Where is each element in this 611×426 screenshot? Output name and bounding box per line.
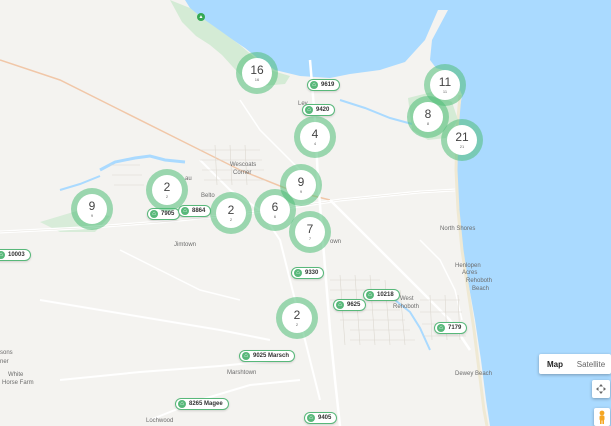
street-view-pegman-button[interactable] — [594, 408, 610, 426]
place-label: North Shores — [440, 226, 476, 232]
home-icon: ⌂ — [366, 291, 374, 299]
home-icon: ⌂ — [307, 414, 315, 422]
listing-cluster[interactable]: 22 — [146, 169, 188, 211]
property-marker[interactable]: ⌂ 8864 — [178, 205, 212, 217]
home-icon: ⌂ — [242, 352, 250, 360]
property-marker[interactable]: ⌂ 9330 — [291, 267, 325, 279]
listing-cluster[interactable]: 99 — [71, 188, 113, 230]
home-icon: ⌂ — [0, 251, 5, 259]
place-label: Dewey Beach — [455, 371, 493, 377]
map-type-satellite-button[interactable]: Satellite — [571, 354, 611, 374]
place-label: Marshtown — [227, 370, 257, 376]
place-label: West — [400, 296, 414, 302]
place-label: Henlopen — [455, 263, 481, 269]
map-type-control: Map Satellite — [539, 354, 611, 374]
listing-cluster[interactable]: 22 — [276, 297, 318, 339]
home-icon: ⌂ — [310, 81, 318, 89]
property-marker[interactable]: ⌂ 7179 — [434, 322, 468, 334]
place-label: White — [8, 372, 24, 378]
place-label: Rehoboth — [393, 304, 420, 310]
place-label: Rehoboth — [466, 278, 493, 284]
property-marker[interactable]: ⌂ 9405 — [304, 412, 338, 424]
home-icon: ⌂ — [150, 210, 158, 218]
place-label: ner — [0, 359, 9, 365]
home-icon: ⌂ — [305, 106, 313, 114]
listing-cluster[interactable]: 44 — [294, 116, 336, 158]
property-marker[interactable]: ⌂ 9619 — [307, 79, 341, 91]
place-label: Lochwood — [146, 418, 174, 424]
map-canvas[interactable]: Lev Wescoats Corner Belto au Jimtown Nor… — [0, 0, 611, 426]
property-marker[interactable]: ⌂ 10003 — [0, 249, 31, 261]
property-marker[interactable]: ⌂ 9420 — [302, 104, 336, 116]
property-marker[interactable]: ⌂ 9025 Marsch — [239, 350, 296, 362]
property-marker[interactable]: ⌂ 8265 Magee — [175, 398, 229, 410]
place-label: Beach — [472, 286, 490, 292]
home-icon: ⌂ — [181, 207, 189, 215]
place-label: Horse Farm — [2, 380, 34, 386]
property-marker[interactable]: ⌂ 10218 — [363, 289, 400, 301]
home-icon: ⌂ — [294, 269, 302, 277]
home-icon: ⌂ — [336, 301, 344, 309]
move-arrows-icon — [596, 384, 606, 394]
place-label: Acres — [462, 270, 478, 276]
place-label: Corner — [233, 170, 252, 176]
park-pin-icon[interactable]: ▲ — [197, 13, 205, 21]
place-label: Belto — [201, 193, 215, 199]
map-type-map-button[interactable]: Map — [539, 354, 571, 374]
listing-cluster[interactable]: 22 — [210, 192, 252, 234]
place-label: Jimtown — [174, 242, 197, 248]
home-icon: ⌂ — [437, 324, 445, 332]
listing-cluster[interactable]: 21 21 — [441, 119, 483, 161]
place-label: Wescoats — [230, 162, 257, 168]
place-label: own — [330, 239, 342, 245]
camera-control-button[interactable] — [592, 380, 610, 398]
listing-cluster[interactable]: 16 16 — [236, 52, 278, 94]
place-label: sons — [0, 350, 13, 356]
pegman-icon — [599, 410, 605, 424]
listing-cluster[interactable]: 77 — [289, 211, 331, 253]
property-marker[interactable]: ⌂ 9625 — [333, 299, 367, 311]
home-icon: ⌂ — [178, 400, 186, 408]
